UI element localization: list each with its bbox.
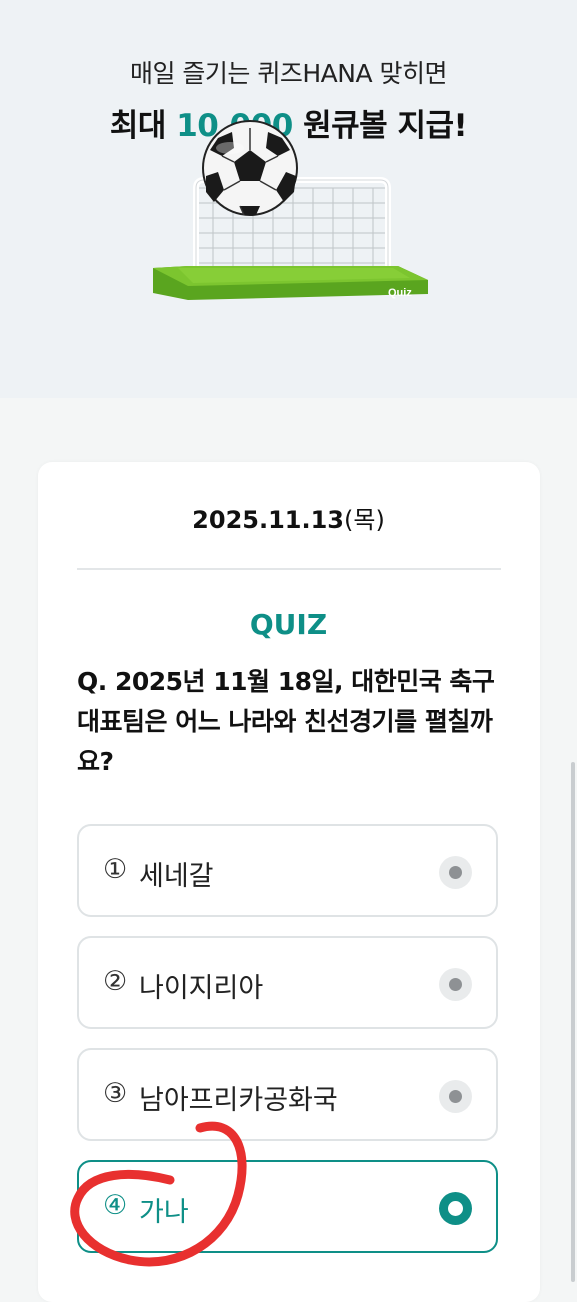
hero-banner: 매일 즐기는 퀴즈HANA 맞히면 최대 10,000 원큐볼 지급! Quiz — [0, 0, 577, 398]
soccer-ball-icon — [202, 120, 298, 216]
option-label: 나이지리아 — [139, 973, 264, 1004]
radio-button-icon[interactable] — [439, 856, 472, 889]
radio-button-selected-icon[interactable] — [439, 1192, 472, 1225]
scrollbar[interactable] — [571, 762, 575, 1282]
radio-button-icon[interactable] — [439, 968, 472, 1001]
option-number: ② — [103, 966, 128, 997]
soccer-goal-illustration: Quiz — [153, 120, 428, 300]
goal-quiz-badge: Quiz — [388, 287, 412, 299]
quiz-day-of-week: (목) — [344, 506, 385, 534]
quiz-date-value: 2025.11.13 — [192, 506, 344, 534]
quiz-label: QUIZ — [249, 608, 328, 641]
quiz-date: 2025.11.13(목) — [0, 500, 577, 535]
option-number: ③ — [103, 1078, 128, 1109]
option-number: ④ — [103, 1190, 128, 1221]
option-label: 가나 — [139, 1197, 189, 1228]
option-number: ① — [103, 854, 128, 885]
quiz-question: Q. 2025년 11월 18일, 대한민국 축구 대표팀은 어느 나라와 친선… — [77, 667, 495, 776]
answer-option-1[interactable]: ① 세네갈 — [77, 824, 498, 917]
option-label: 남아프리카공화국 — [139, 1085, 338, 1116]
divider — [77, 568, 501, 570]
option-label: 세네갈 — [139, 861, 214, 892]
hero-subtitle: 매일 즐기는 퀴즈HANA 맞히면 — [129, 59, 448, 88]
answer-option-4[interactable]: ④ 가나 — [77, 1160, 498, 1253]
answer-option-2[interactable]: ② 나이지리아 — [77, 936, 498, 1029]
radio-button-icon[interactable] — [439, 1080, 472, 1113]
answer-option-3[interactable]: ③ 남아프리카공화국 — [77, 1048, 498, 1141]
